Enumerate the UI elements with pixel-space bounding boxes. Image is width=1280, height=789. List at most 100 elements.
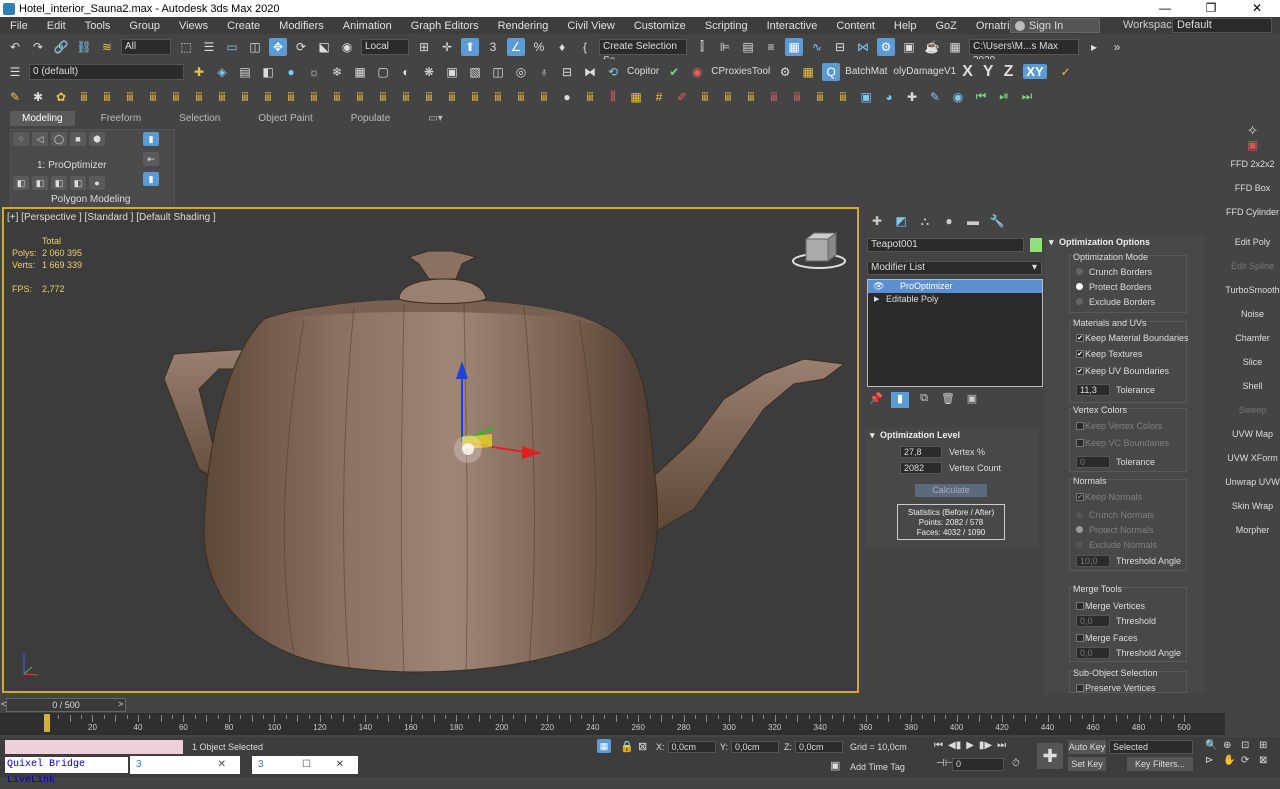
grass-icon-15[interactable]: ⅲ: [397, 88, 415, 106]
pin-stack-icon[interactable]: ⇤: [143, 152, 159, 166]
vertex-percent-spinner[interactable]: 27,8: [900, 446, 942, 458]
play-icon[interactable]: ▶: [966, 740, 974, 751]
border-mode-icon[interactable]: ◯: [51, 132, 67, 146]
grass-icon-26[interactable]: ⅲ: [765, 88, 783, 106]
camera-icon[interactable]: ▦: [351, 63, 369, 81]
key-selection-dropdown[interactable]: Selected: [1109, 740, 1193, 754]
grass-icon-9[interactable]: ⅲ: [259, 88, 277, 106]
isolate-selection-icon[interactable]: ▦: [597, 739, 611, 753]
merge-threshold-spinner[interactable]: 0,0: [1076, 615, 1110, 627]
eye-icon[interactable]: 👁: [873, 280, 884, 293]
show-end-result-icon[interactable]: ▮: [143, 132, 159, 146]
time-slider-next-icon[interactable]: >: [118, 699, 123, 709]
eye-icon[interactable]: ◎: [512, 63, 530, 81]
motion-tab-icon[interactable]: ●: [938, 214, 960, 230]
batch-icon[interactable]: ⊟: [558, 63, 576, 81]
select-by-name-icon[interactable]: ☰: [200, 38, 218, 56]
keyboard-shortcut-override-icon[interactable]: ⬆: [461, 37, 479, 56]
keep-textures-checkbox[interactable]: ✔: [1076, 350, 1084, 358]
display-tab-icon[interactable]: ▬: [962, 214, 984, 230]
modifier-button-uvw-map[interactable]: UVW Map: [1225, 422, 1280, 446]
selection-filter-dropdown[interactable]: All: [121, 38, 171, 55]
ribbon-tools-icon[interactable]: ⟡: [1248, 121, 1257, 137]
quixel-livelink-field[interactable]: Quixel Bridge LiveLink: [5, 757, 128, 786]
keep-vertex-colors-label[interactable]: Keep Vertex Colors: [1085, 421, 1163, 431]
grass-icon-12[interactable]: ⅲ: [328, 88, 346, 106]
hash-icon[interactable]: #: [650, 88, 668, 106]
merge-angle-spinner[interactable]: 0,0: [1076, 647, 1110, 659]
vc-tolerance-spinner[interactable]: 0: [1076, 456, 1110, 468]
configure-icon[interactable]: ▮: [143, 172, 159, 186]
angle-snap-icon[interactable]: ∠: [507, 37, 525, 56]
grass-icon-17[interactable]: ⅲ: [443, 88, 461, 106]
grass-icon-1[interactable]: ⅲ: [75, 88, 93, 106]
sphere-icon[interactable]: ◐: [397, 63, 415, 81]
axis-x-button[interactable]: X: [962, 63, 973, 81]
grass-icon-6[interactable]: ⅲ: [190, 88, 208, 106]
key-mode-icon[interactable]: ⊣⊢: [936, 758, 953, 769]
edit-named-selection-icon[interactable]: {: [576, 38, 594, 56]
set-project-icon[interactable]: ▸: [1085, 38, 1103, 56]
polygon-mode-icon[interactable]: ■: [70, 132, 86, 146]
add-time-tag-button[interactable]: Add Time Tag: [850, 762, 905, 772]
gear-icon[interactable]: ⚙: [776, 63, 794, 81]
modify-tab-icon[interactable]: ◩: [890, 214, 912, 230]
render-mask-icon[interactable]: ◫: [489, 63, 507, 81]
grass-icon-23[interactable]: ⅲ: [696, 88, 714, 106]
z-coordinate-field[interactable]: 0,0cm: [795, 741, 843, 753]
grass-icon-28[interactable]: ⅲ: [811, 88, 829, 106]
merge-faces-checkbox[interactable]: [1076, 634, 1084, 642]
set-key-button[interactable]: Set Key: [1068, 757, 1106, 771]
light-icon[interactable]: ●: [282, 63, 300, 81]
close-icon[interactable]: ✕: [336, 756, 344, 774]
menu-goz[interactable]: GoZ: [926, 20, 966, 32]
lock-icon[interactable]: 🔒: [620, 740, 634, 753]
tab-populate[interactable]: Populate: [339, 111, 402, 126]
rotate-icon[interactable]: ⟳: [292, 38, 310, 56]
ribbon-options-icon[interactable]: ▭▾: [416, 111, 454, 126]
scatter-icon[interactable]: ✿: [52, 88, 70, 106]
menu-customize[interactable]: Customize: [624, 20, 695, 32]
create-layer-icon[interactable]: ✚: [190, 63, 208, 81]
play-frame-icon[interactable]: ⏯: [995, 88, 1013, 106]
element-mode-icon[interactable]: ⬢: [89, 132, 105, 146]
tab-object-paint[interactable]: Object Paint: [246, 111, 324, 126]
frame-buffer-icon[interactable]: ▣: [443, 63, 461, 81]
proxy-icon[interactable]: ▢: [374, 63, 392, 81]
zoom-all-icon[interactable]: ⊕: [1223, 740, 1241, 751]
make-unique-icon[interactable]: ⧉: [915, 392, 933, 408]
grass-icon-4[interactable]: ⅲ: [144, 88, 162, 106]
time-config-icon[interactable]: ⏱: [1012, 758, 1020, 769]
keep-vc-boundaries-label[interactable]: Keep VC Boundaries: [1085, 438, 1169, 448]
grass-icon-27[interactable]: ⅲ: [788, 88, 806, 106]
modifier-button-ffd-2x2x2[interactable]: FFD 2x2x2: [1225, 152, 1280, 176]
pan-icon[interactable]: ✋: [1223, 755, 1241, 766]
network-icon[interactable]: ⧓: [581, 63, 599, 81]
material-tolerance-spinner[interactable]: 11,3: [1076, 384, 1110, 396]
normals-threshold-spinner[interactable]: 10,0: [1076, 555, 1110, 567]
maximize-button[interactable]: ❐: [1188, 0, 1234, 17]
place-icon[interactable]: ◉: [338, 38, 356, 56]
orbit-icon[interactable]: ⟳: [1241, 755, 1259, 766]
y-coordinate-field[interactable]: 0,0cm: [731, 741, 780, 753]
expand-icon[interactable]: ▶: [874, 293, 879, 306]
tab-modeling[interactable]: Modeling: [10, 111, 75, 126]
keep-uv-boundaries-label[interactable]: Keep UV Boundaries: [1085, 366, 1169, 376]
curve-editor-icon[interactable]: ∿: [808, 38, 826, 56]
grass-icon-5[interactable]: ⅲ: [167, 88, 185, 106]
crunch-borders-radio[interactable]: [1076, 268, 1083, 275]
grass-icon-13[interactable]: ⅲ: [351, 88, 369, 106]
axis-z-button[interactable]: Z: [1004, 63, 1014, 81]
crunch-normals-label[interactable]: Crunch Normals: [1089, 510, 1154, 520]
stack-icon-4[interactable]: ◧: [70, 176, 86, 190]
goto-end-icon[interactable]: ⏭: [997, 740, 1006, 751]
add-to-layer-icon[interactable]: ◈: [213, 63, 231, 81]
select-object-icon[interactable]: ⬚: [177, 38, 195, 56]
gift-icon[interactable]: ▣: [1247, 138, 1258, 152]
menu-content[interactable]: Content: [826, 20, 884, 32]
utilities-tab-icon[interactable]: 🔧: [986, 214, 1008, 230]
render-setup-icon[interactable]: ⚙: [877, 37, 895, 56]
percent-snap-icon[interactable]: %: [530, 38, 548, 56]
stack-icon-3[interactable]: ◧: [51, 176, 67, 190]
merge-faces-label[interactable]: Merge Faces: [1085, 633, 1138, 643]
